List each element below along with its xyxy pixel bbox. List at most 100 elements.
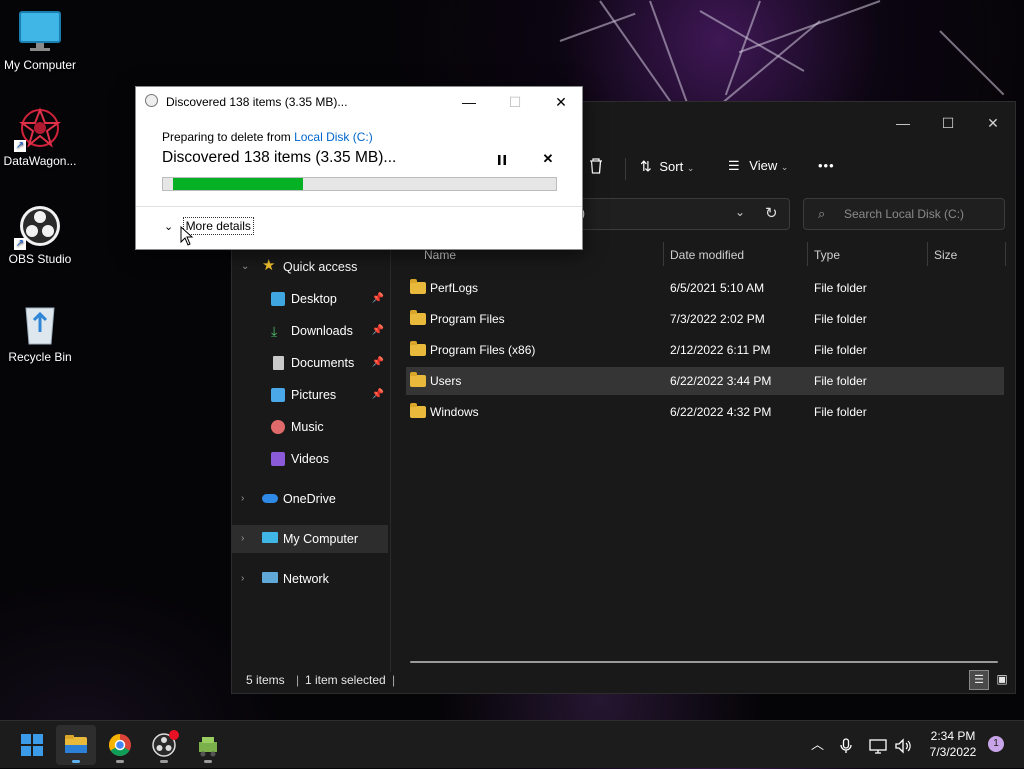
desktop-icon-recycle-bin[interactable]: Recycle Bin [0,302,80,364]
dialog-title: Discovered 138 items (3.35 MB)... [166,95,348,109]
view-button[interactable]: ☰ View ⌄ [728,152,798,180]
more-options-button[interactable]: ••• [818,152,842,180]
cell-date: 6/22/2022 3:44 PM [670,374,772,388]
sort-button[interactable]: ⇅ Sort ⌄ [640,152,704,180]
explorer-minimize-button[interactable]: — [880,108,926,138]
explorer-close-button[interactable]: ✕ [970,108,1016,138]
running-indicator [116,760,124,763]
refresh-icon[interactable]: ↻ [765,204,778,222]
chevron-right-icon[interactable]: › [241,485,244,513]
taskbar-file-explorer[interactable] [56,725,96,765]
cell-date: 2/12/2022 6:11 PM [670,343,771,357]
taskbar-obs[interactable] [144,725,184,765]
address-dropdown-icon[interactable]: ⌄ [735,205,745,219]
more-details-toggle[interactable]: ⌄ More details [164,217,254,235]
table-row[interactable]: Program Files 7/3/2022 2:02 PM File folder [406,305,1004,333]
table-row[interactable]: Users 6/22/2022 3:44 PM File folder [406,367,1004,395]
pin-icon: 📌 [371,389,384,400]
desktop-icon-label: My Computer [3,58,77,72]
search-input[interactable]: ⌕ Search Local Disk (C:) [803,198,1005,230]
table-row[interactable]: PerfLogs 6/5/2021 5:10 AM File folder [406,274,1004,302]
chevron-right-icon[interactable]: › [241,525,244,553]
nav-label: Downloads [291,324,353,338]
nav-quick-access[interactable]: ⌄ ★ Quick access [232,253,388,281]
nav-label: My Computer [283,532,359,546]
status-divider: | [392,673,396,687]
column-header-size[interactable]: Size [934,242,957,268]
dialog-maximize-button: ☐ [508,94,522,110]
details-view-button[interactable]: ☰ [969,670,989,690]
start-button[interactable] [12,725,52,765]
chevron-down-icon[interactable]: ⌄ [241,253,249,281]
nav-item-desktop[interactable]: Desktop 📌 [232,285,388,313]
explorer-maximize-button[interactable]: ☐ [925,108,971,138]
item-count: 5 items [246,673,285,687]
desktop-icon-datawagon[interactable]: ↗ DataWagon... [0,106,80,168]
nav-item-music[interactable]: Music [232,413,388,441]
taskbar-datawagon[interactable] [188,725,228,765]
cancel-button[interactable]: ✕ [538,151,558,169]
nav-label: OneDrive [283,492,336,506]
delete-button[interactable] [588,152,612,180]
nav-onedrive[interactable]: › OneDrive [232,485,388,513]
column-divider[interactable] [663,242,664,266]
taskbar-chrome[interactable] [100,725,140,765]
selection-count: 1 item selected [305,673,386,687]
cloud-icon [262,494,278,503]
volume-icon[interactable] [894,721,912,769]
tiles-view-button[interactable]: ▣ [992,670,1012,690]
desktop-icon-obs[interactable]: ↗ OBS Studio [0,204,80,266]
show-hidden-icons-button[interactable]: ︿ [811,721,824,769]
view-icon: ☰ [728,158,740,173]
toolbar-divider [625,158,626,180]
pause-icon [498,155,506,165]
clock-icon [145,94,158,107]
column-divider[interactable] [1005,242,1006,266]
folder-icon [410,403,426,418]
column-divider[interactable] [927,242,928,266]
pause-button[interactable] [492,151,512,169]
cell-name: PerfLogs [430,281,479,295]
clock[interactable]: 2:34 PM 7/3/2022 [922,728,984,760]
dialog-divider [136,206,582,207]
nav-my-computer[interactable]: › My Computer [232,525,388,553]
desktop-icon-my-computer[interactable]: My Computer [0,10,80,72]
folder-icon [65,735,87,753]
cell-name: Program Files [430,312,505,326]
source-link[interactable]: Local Disk (C:) [294,130,373,144]
nav-label: Videos [291,452,329,466]
horizontal-scrollbar[interactable] [410,661,998,663]
desktop-icon [271,292,285,306]
nav-item-pictures[interactable]: Pictures 📌 [232,381,388,409]
pictures-icon [271,388,285,402]
dialog-close-button[interactable]: ✕ [538,87,584,117]
downloads-icon: ⤓ [271,323,278,339]
pin-icon: 📌 [371,357,384,368]
mouse-cursor-icon [180,226,194,246]
table-row[interactable]: Program Files (x86) 2/12/2022 6:11 PM File… [406,336,1004,364]
taskbar: ︿ 2:34 PM 7/3/2022 1 [0,720,1024,768]
network-tray-icon[interactable] [869,721,887,769]
network-icon [262,572,278,583]
column-divider[interactable] [807,242,808,266]
nav-item-documents[interactable]: Documents 📌 [232,349,388,377]
nav-item-downloads[interactable]: ⤓ Downloads 📌 [232,317,388,345]
cell-name: Program Files (x86) [430,343,536,357]
navigation-pane: ⌄ ★ Quick access Desktop 📌 ⤓ Downloads 📌… [232,242,391,672]
column-header-type[interactable]: Type [814,242,840,268]
dialog-status: Discovered 138 items (3.35 MB)... [162,149,397,166]
column-header-date[interactable]: Date modified [670,242,744,268]
notification-badge[interactable]: 1 [988,736,1004,752]
address-bar[interactable]: ) ⌄ ↻ [562,198,790,230]
microphone-icon[interactable] [840,721,852,769]
preparing-text: Preparing to delete from Local Disk (C:) [162,130,373,144]
chrome-icon [109,734,131,756]
dialog-minimize-button[interactable]: — [446,87,492,117]
nav-network[interactable]: › Network [232,565,388,593]
cell-date: 6/5/2021 5:10 AM [670,281,765,295]
nav-label: Desktop [291,292,337,306]
pin-icon: 📌 [371,293,384,304]
chevron-right-icon[interactable]: › [241,565,244,593]
nav-item-videos[interactable]: Videos [232,445,388,473]
table-row[interactable]: Windows 6/22/2022 4:32 PM File folder [406,398,1004,426]
